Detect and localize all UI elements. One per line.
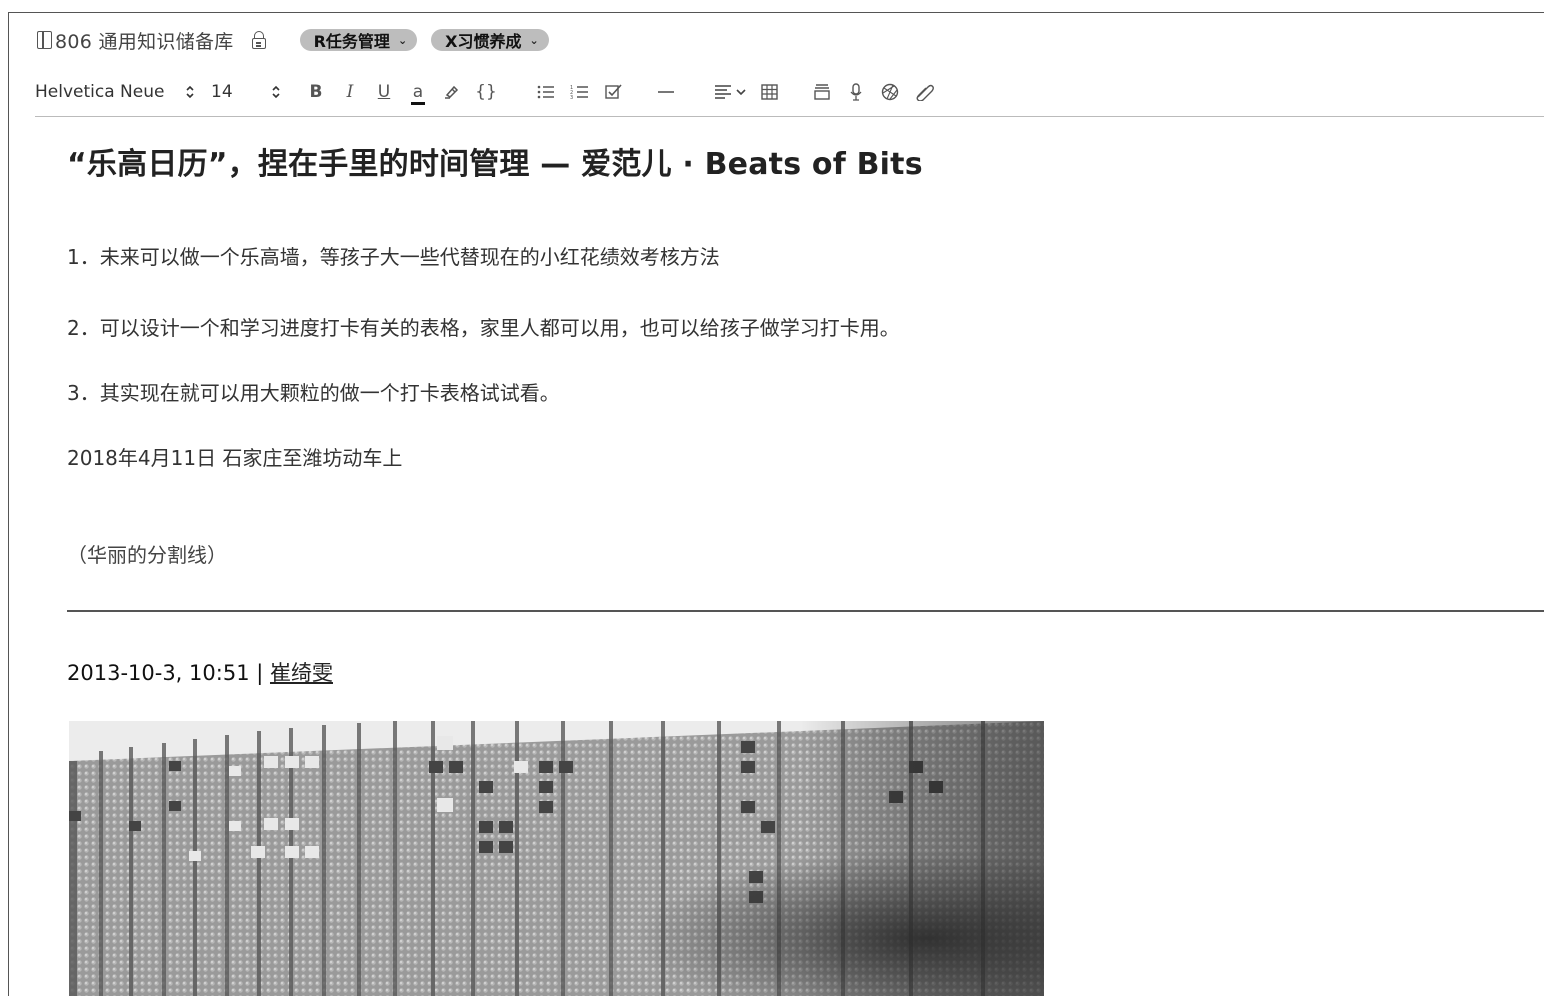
chevron-down-icon: ⌄ [529, 33, 539, 47]
list-item[interactable]: 2．可以设计一个和学习进度打卡有关的表格，家里人都可以用，也可以给孩子做学习打卡… [67, 312, 900, 341]
divider-label[interactable]: （华丽的分割线） [67, 539, 227, 568]
tag-habit-building[interactable]: X习惯养成 ⌄ [431, 29, 549, 51]
sketch-icon[interactable] [873, 78, 907, 106]
code-block-button[interactable]: {} [469, 78, 503, 106]
clip-meta: 2013-10-3, 10:51 | 崔绮雯 [67, 657, 333, 687]
numbered-list-icon[interactable]: 123 [563, 78, 597, 106]
note-title[interactable]: “乐高日历”，捏在手里的时间管理 — 爱范儿 · Beats of Bits [67, 139, 923, 183]
notebook-icon[interactable] [37, 31, 52, 49]
font-family-select[interactable]: Helvetica Neue [35, 78, 175, 106]
align-left-icon[interactable] [709, 78, 753, 106]
formatting-toolbar: Helvetica Neue 14 B I U a {} 123 [35, 77, 941, 107]
tag-label: X习惯养成 [445, 32, 522, 51]
horizontal-rule-icon[interactable] [649, 78, 683, 106]
microphone-icon[interactable] [839, 78, 873, 106]
lego-calendar-photo[interactable] [69, 721, 1044, 996]
highlighter-icon[interactable] [435, 78, 469, 106]
chevron-down-icon: ⌄ [397, 33, 408, 47]
underline-button[interactable]: U [367, 78, 401, 106]
lock-icon[interactable] [251, 31, 266, 49]
toolbar-divider [35, 116, 1544, 117]
font-family-stepper-icon[interactable] [175, 78, 205, 106]
table-icon[interactable] [753, 78, 787, 106]
checklist-icon[interactable] [597, 78, 631, 106]
text-color-label: a [412, 82, 424, 102]
author-link[interactable]: 崔绮雯 [270, 661, 333, 685]
font-size-select[interactable]: 14 [205, 78, 261, 106]
list-item[interactable]: 1．未来可以做一个乐高墙，等孩子大一些代替现在的小红花绩效考核方法 [67, 241, 720, 270]
svg-text:3: 3 [570, 95, 573, 101]
tag-label: R任务管理 [313, 32, 390, 51]
italic-button[interactable]: I [333, 78, 367, 106]
note-editor-window: 806 通用知识储备库 R任务管理 ⌄ X习惯养成 ⌄ Helvetica Ne… [8, 12, 1544, 996]
horizontal-rule [67, 610, 1544, 612]
paperclip-icon[interactable] [907, 78, 941, 106]
clip-timestamp: 2013-10-3, 10:51 | [67, 661, 270, 685]
date-line[interactable]: 2018年4月11日 石家庄至潍坊动车上 [67, 442, 402, 471]
section-icon[interactable] [805, 78, 839, 106]
list-item[interactable]: 3．其实现在就可以用大颗粒的做一个打卡表格试试看。 [67, 377, 560, 406]
font-size-stepper-icon[interactable] [261, 78, 291, 106]
bullet-list-icon[interactable] [529, 78, 563, 106]
lego-wall-image [69, 721, 1044, 996]
note-header: 806 通用知识储备库 R任务管理 ⌄ X习惯养成 ⌄ [37, 27, 563, 53]
notebook-name[interactable]: 806 通用知识储备库 [55, 27, 234, 54]
bold-button[interactable]: B [299, 78, 333, 106]
tag-task-management[interactable]: R任务管理 ⌄ [299, 29, 418, 51]
text-color-button[interactable]: a [401, 78, 435, 106]
